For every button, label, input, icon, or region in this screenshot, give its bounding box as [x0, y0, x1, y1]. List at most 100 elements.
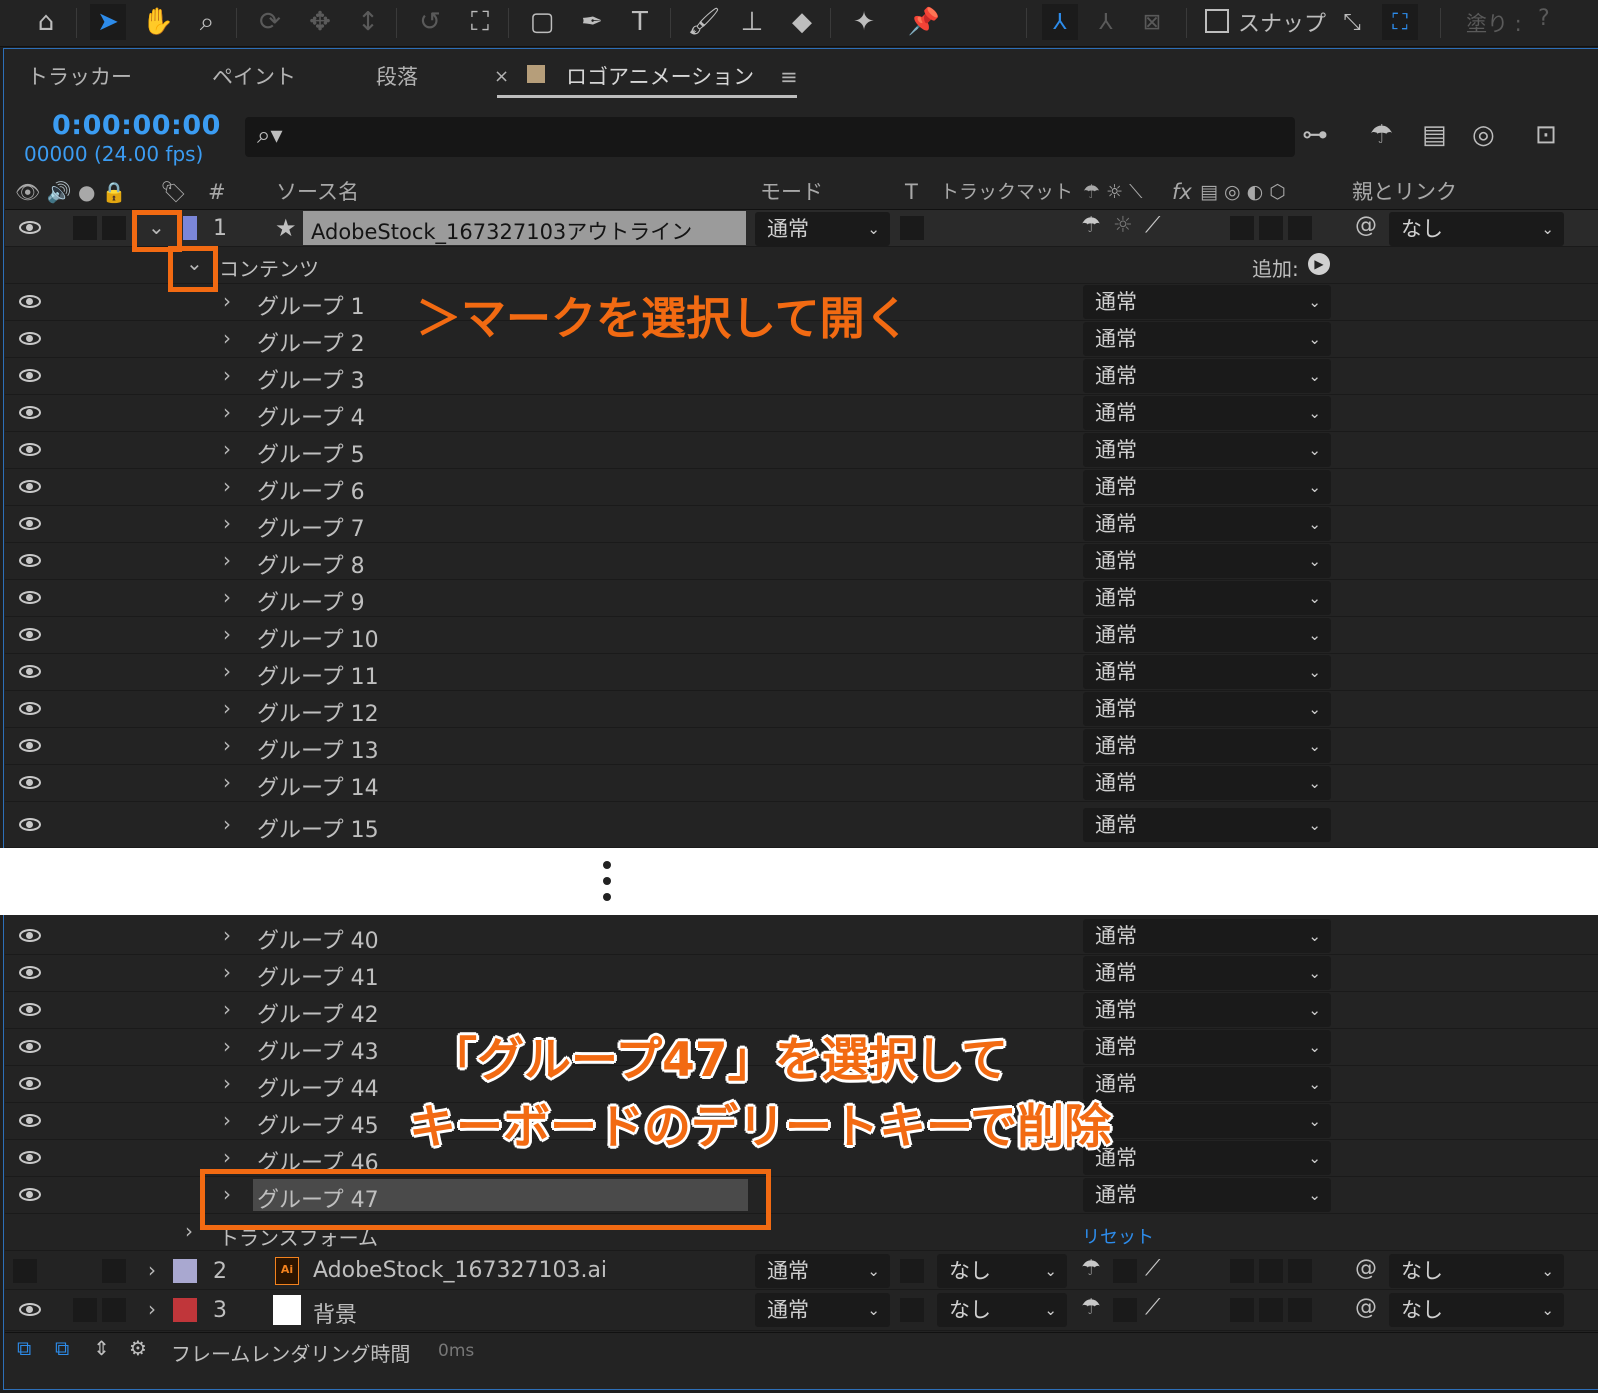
selection-tool-icon[interactable]: ➤	[90, 4, 126, 40]
parent-select[interactable]: なし ⌄	[1389, 1293, 1564, 1327]
chevron-right-icon[interactable]: ›	[185, 1219, 193, 1243]
group-name[interactable]: グループ 4	[257, 400, 365, 432]
group-row[interactable]: › グループ 6 通常 ⌄	[5, 469, 1598, 506]
group-row[interactable]: › グループ 40 通常 ⌄	[5, 918, 1598, 955]
layer-switches-toggle-icon[interactable]: ⧉	[17, 1336, 31, 1360]
group-name[interactable]: グループ 8	[257, 548, 365, 580]
visibility-eye-icon[interactable]	[19, 818, 41, 831]
type-tool-icon[interactable]: T	[622, 4, 658, 40]
parent-select[interactable]: なし ⌄	[1389, 212, 1564, 246]
pick-whip-icon[interactable]: @	[1355, 1295, 1377, 1320]
visibility-eye-icon[interactable]	[19, 1040, 41, 1053]
chevron-right-icon[interactable]: ›	[148, 1258, 156, 1282]
group-mode-select[interactable]: 通常 ⌄	[1083, 956, 1331, 990]
visibility-eye-icon[interactable]	[19, 1114, 41, 1127]
chevron-right-icon[interactable]: ›	[223, 923, 231, 947]
layer-row-1[interactable]: ⌄ 1 ★ AdobeStock_167327103アウトライン 通常 ⌄ ☂ ☼…	[5, 210, 1598, 247]
group-row[interactable]: › グループ 41 通常 ⌄	[5, 955, 1598, 992]
3d-switch[interactable]	[1288, 1298, 1312, 1322]
in-out-toggle-icon[interactable]: ⇕	[93, 1336, 110, 1360]
clone-stamp-tool-icon[interactable]: ⊥	[734, 4, 770, 40]
visibility-eye-icon[interactable]	[19, 480, 41, 493]
group-mode-select[interactable]: 通常 ⌄	[1083, 396, 1331, 430]
layer-row-3[interactable]: › 3 背景 通常 ⌄ なし ⌄ ☂ ⟋ @ なし ⌄	[5, 1291, 1598, 1331]
visibility-eye-icon[interactable]	[19, 776, 41, 789]
group-name[interactable]: グループ 3	[257, 363, 365, 395]
visibility-eye-icon[interactable]	[19, 517, 41, 530]
group-mode-select[interactable]: 通常 ⌄	[1083, 544, 1331, 578]
group-name[interactable]: グループ 42	[257, 997, 379, 1029]
layer-label-color[interactable]	[183, 216, 197, 240]
graph-editor-icon[interactable]: ⊡	[1535, 120, 1557, 150]
orbit-camera-icon[interactable]: ⟳	[252, 4, 288, 40]
visibility-eye-icon[interactable]	[19, 966, 41, 979]
visibility-eye-icon[interactable]	[19, 739, 41, 752]
layer-label-color[interactable]	[173, 1298, 197, 1322]
rectangle-tool-icon[interactable]: ▢	[524, 4, 560, 40]
audio-switch[interactable]	[73, 216, 97, 240]
fill-help-icon[interactable]: ?	[1538, 6, 1550, 31]
group-name[interactable]: グループ 44	[257, 1071, 379, 1103]
lock-switch[interactable]	[102, 1298, 126, 1322]
group-mode-select[interactable]: 通常 ⌄	[1083, 1178, 1331, 1212]
group-mode-select[interactable]: 通常 ⌄	[1083, 919, 1331, 953]
group-name[interactable]: グループ 5	[257, 437, 365, 469]
group-name[interactable]: グループ 12	[257, 696, 379, 728]
group-name[interactable]: グループ 15	[257, 812, 379, 844]
view-axis-icon[interactable]: ⊠	[1134, 4, 1170, 40]
add-content-play-icon[interactable]: ▶	[1308, 253, 1330, 275]
chevron-right-icon[interactable]: ›	[223, 960, 231, 984]
preserve-transparency-switch[interactable]	[900, 1259, 924, 1283]
group-mode-select[interactable]: 通常 ⌄	[1083, 808, 1331, 842]
chevron-right-icon[interactable]: ›	[223, 548, 231, 572]
snap-checkbox[interactable]	[1205, 9, 1229, 33]
chevron-right-icon[interactable]: ›	[223, 1108, 231, 1132]
chevron-right-icon[interactable]: ›	[223, 622, 231, 646]
group-row[interactable]: › グループ 5 通常 ⌄	[5, 432, 1598, 469]
adjustment-switch[interactable]	[1259, 1298, 1283, 1322]
chevron-right-icon[interactable]: ›	[223, 1145, 231, 1169]
visibility-eye-icon[interactable]	[19, 1151, 41, 1164]
group-mode-select[interactable]: 通常 ⌄	[1083, 322, 1331, 356]
group-mode-select[interactable]: 通常 ⌄	[1083, 1030, 1331, 1064]
group-row[interactable]: › グループ 13 通常 ⌄	[5, 728, 1598, 765]
track-matte-select[interactable]: なし ⌄	[937, 1293, 1067, 1327]
puppet-pin-tool-icon[interactable]: 📌	[906, 4, 942, 40]
current-timecode[interactable]: 0:00:00:00	[52, 110, 221, 141]
chevron-right-icon[interactable]: ›	[223, 437, 231, 461]
group-row[interactable]: › グループ 7 通常 ⌄	[5, 506, 1598, 543]
visibility-eye-icon[interactable]	[19, 554, 41, 567]
tab-tracker[interactable]: トラッカー	[27, 60, 132, 94]
group-mode-select[interactable]: 通常 ⌄	[1083, 359, 1331, 393]
motion-blur-switch[interactable]	[1230, 1298, 1254, 1322]
visibility-eye-icon[interactable]	[19, 406, 41, 419]
zoom-tool-icon[interactable]: ⌕	[189, 4, 225, 40]
visibility-eye-icon[interactable]	[19, 929, 41, 942]
visibility-eye-icon[interactable]	[19, 221, 41, 234]
3d-switch[interactable]	[1288, 216, 1312, 240]
quality-switch-icon[interactable]: ⟋	[1145, 1256, 1160, 1281]
layer-name[interactable]: 背景	[313, 1297, 357, 1329]
group-mode-select[interactable]: 通常 ⌄	[1083, 470, 1331, 504]
group-mode-select[interactable]: 通常 ⌄	[1083, 655, 1331, 689]
group-row[interactable]: › グループ 12 通常 ⌄	[5, 691, 1598, 728]
local-axis-icon[interactable]: ⅄	[1042, 4, 1078, 40]
visibility-eye-icon[interactable]	[19, 443, 41, 456]
lock-switch[interactable]	[102, 1259, 126, 1283]
world-axis-icon[interactable]: ⅄	[1088, 4, 1124, 40]
motion-blur-switch[interactable]	[1230, 1259, 1254, 1283]
quality-switch-icon[interactable]: ⟋	[1145, 1295, 1160, 1320]
visibility-eye-icon[interactable]	[19, 702, 41, 715]
frame-blending-icon[interactable]: ▤	[1422, 120, 1447, 150]
chevron-right-icon[interactable]: ›	[223, 474, 231, 498]
visibility-eye-icon[interactable]	[19, 295, 41, 308]
group-name[interactable]: グループ 11	[257, 659, 379, 691]
visibility-eye-icon[interactable]	[19, 591, 41, 604]
visibility-switch-off[interactable]	[13, 1259, 37, 1283]
dolly-camera-icon[interactable]: ↕	[350, 4, 386, 40]
visibility-eye-icon[interactable]	[19, 1077, 41, 1090]
snap-options-icon[interactable]: ⤡	[1334, 4, 1370, 40]
group-row[interactable]: › グループ 14 通常 ⌄	[5, 765, 1598, 802]
group-name[interactable]: グループ 14	[257, 770, 379, 802]
tab-logo-animation[interactable]: ロゴアニメーション	[566, 60, 754, 94]
